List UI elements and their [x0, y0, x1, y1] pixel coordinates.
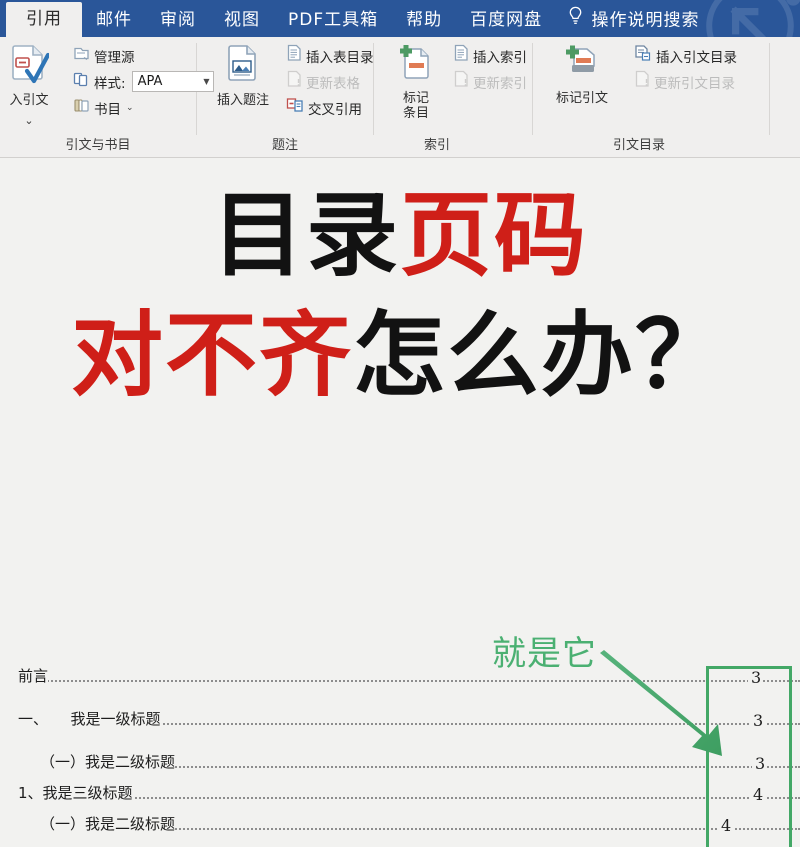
mark-citation-button[interactable]: 标记引文 — [545, 42, 619, 109]
citation-style-label: 样式: — [94, 75, 126, 92]
group-title-citations-bibliography: 引文与书目 — [65, 138, 131, 153]
insert-caption-button[interactable]: 插入题注 — [211, 42, 275, 111]
manage-sources-label: 管理源 — [94, 49, 135, 66]
toc-row[interactable]: 前言 3 — [0, 660, 800, 691]
toc-row[interactable]: （一）我是二级标题 3 — [0, 746, 800, 777]
manage-sources-icon — [73, 45, 90, 67]
tab-view-label: 视图 — [224, 10, 260, 30]
manage-sources-button[interactable]: 管理源 — [70, 44, 217, 67]
toc-entry-title: （一）我是二级标题 — [0, 751, 176, 772]
tab-references[interactable]: 引用 — [6, 2, 82, 37]
insert-caption-label: 插入题注 — [217, 93, 270, 108]
group-title-index: 索引 — [423, 138, 450, 153]
tab-mailings[interactable]: 邮件 — [82, 4, 146, 37]
ribbon-group-citations-bibliography: 入引文 ⌄ 管理源 样式: APA ▼ 书目 ⌄ 引文与书目 — [0, 37, 214, 157]
cross-reference-icon — [286, 96, 304, 119]
table-of-contents: 前言 3 一、 我是一级标题 3 （一）我是二级标题 3 1、我是三级标题 4 — [0, 660, 800, 847]
tab-mailings-label: 邮件 — [96, 10, 132, 30]
update-table-of-authorities-icon — [634, 70, 650, 93]
page-number-column-callout — [706, 666, 792, 847]
group-divider — [769, 43, 770, 135]
annotation-label: 就是它 — [492, 634, 597, 674]
insert-table-of-figures-icon — [286, 44, 302, 67]
insert-index-icon — [453, 44, 469, 67]
bibliography-button[interactable]: 书目 ⌄ — [70, 96, 217, 119]
chevron-down-icon[interactable]: ⌄ — [126, 102, 134, 113]
tab-baidu-netdisk[interactable]: 百度网盘 — [456, 4, 556, 37]
headline-2-part-2: 怎么办？ — [353, 302, 730, 409]
headline-2-part-1: 对不齐 — [70, 302, 353, 409]
citation-style-row[interactable]: 样式: APA ▼ — [70, 70, 217, 93]
insert-table-of-authorities-label: 插入引文目录 — [656, 49, 737, 66]
toc-spacer — [0, 691, 800, 703]
mark-citation-icon — [563, 44, 601, 89]
headline-1-part-1: 目录 — [211, 182, 400, 289]
tell-me-label: 操作说明搜索 — [591, 10, 700, 31]
insert-index-label: 插入索引 — [473, 49, 527, 66]
toc-row[interactable]: 1、我是三级标题 4 — [0, 839, 800, 847]
toc-entry-title: （一）我是二级标题 — [0, 813, 176, 834]
mark-entry-icon — [398, 44, 434, 89]
update-index-label: 更新索引 — [473, 75, 527, 92]
tab-help-label: 帮助 — [406, 10, 443, 30]
headline-line-1: 目录页码 — [0, 158, 800, 282]
word-window: 引用 邮件 审阅 视图 PDF工具箱 帮助 百度网盘 操作说明搜索 入引文 ⌄ … — [0, 0, 800, 847]
toc-entry-title: 一、 我是一级标题 — [0, 708, 161, 729]
insert-table-of-authorities-icon — [634, 44, 652, 67]
bibliography-label: 书目 — [94, 101, 121, 118]
chevron-down-icon[interactable]: ⌄ — [24, 115, 33, 127]
tab-pdf-toolbox[interactable]: PDF工具箱 — [274, 4, 392, 37]
tab-help[interactable]: 帮助 — [392, 4, 456, 37]
mark-entry-button[interactable]: 标记 条目 — [386, 42, 446, 123]
update-table-of-authorities-label: 更新引文目录 — [654, 75, 735, 92]
group-title-table-of-authorities: 引文目录 — [612, 138, 665, 153]
insert-table-of-figures-label: 插入表目录 — [306, 49, 374, 66]
tab-view[interactable]: 视图 — [210, 4, 274, 37]
tab-pdf-toolbox-label: PDF工具箱 — [288, 10, 379, 30]
insert-citation-icon — [9, 44, 51, 91]
update-table-label: 更新表格 — [306, 75, 360, 92]
lightbulb-icon — [568, 4, 583, 37]
mark-citation-label: 标记引文 — [555, 91, 608, 106]
tab-review[interactable]: 审阅 — [146, 4, 210, 37]
headline-1-part-2: 页码 — [400, 182, 589, 289]
bibliography-icon — [73, 97, 90, 119]
ribbon-content: 入引文 ⌄ 管理源 样式: APA ▼ 书目 ⌄ 引文与书目 插入题注 插入表目… — [0, 37, 800, 158]
insert-citation-label: 入引文 — [9, 93, 49, 108]
toc-row[interactable]: 1、我是三级标题 4 — [0, 777, 800, 808]
toc-row[interactable]: 一、 我是一级标题 3 — [0, 703, 800, 734]
citation-style-value: APA — [137, 74, 163, 89]
tab-baidu-netdisk-label: 百度网盘 — [470, 10, 543, 30]
cross-reference-label: 交叉引用 — [308, 101, 362, 118]
tell-me-search[interactable]: 操作说明搜索 — [556, 4, 713, 37]
toc-row[interactable]: （一）我是二级标题 4 — [0, 808, 800, 839]
ribbon-group-table-of-authorities: 标记引文 插入引文目录 更新引文目录 引文目录 — [533, 37, 769, 157]
headline-line-2: 对不齐怎么办？ — [0, 282, 800, 402]
insert-table-of-figures-button[interactable]: 插入表目录 — [283, 44, 377, 67]
toc-spacer — [0, 734, 800, 746]
insert-citation-button[interactable]: 入引文 ⌄ — [0, 42, 66, 129]
update-table-icon — [286, 70, 302, 93]
cross-reference-button[interactable]: 交叉引用 — [283, 96, 377, 119]
ribbon-tab-bar: 引用 邮件 审阅 视图 PDF工具箱 帮助 百度网盘 操作说明搜索 — [0, 0, 800, 37]
insert-caption-icon — [224, 44, 262, 91]
toc-entry-title: 1、我是三级标题 — [0, 782, 133, 803]
tab-review-label: 审阅 — [160, 10, 196, 30]
update-table-of-authorities-button: 更新引文目录 — [631, 70, 740, 93]
style-icon — [73, 71, 90, 93]
tab-references-label: 引用 — [26, 9, 62, 29]
update-index-button: 更新索引 — [450, 70, 530, 93]
insert-table-of-authorities-button[interactable]: 插入引文目录 — [631, 44, 740, 67]
document-canvas: 目录页码 对不齐怎么办？ 就是它 前言 3 一、 我是一级标题 3 （一）我是二… — [0, 158, 800, 847]
insert-index-button[interactable]: 插入索引 — [450, 44, 530, 67]
mark-entry-label: 标记 条目 — [402, 91, 429, 121]
update-index-icon — [453, 70, 469, 93]
update-table-button: 更新表格 — [283, 70, 377, 93]
toc-leader-dots — [0, 680, 800, 682]
toc-entry-title: 前言 — [0, 665, 49, 686]
